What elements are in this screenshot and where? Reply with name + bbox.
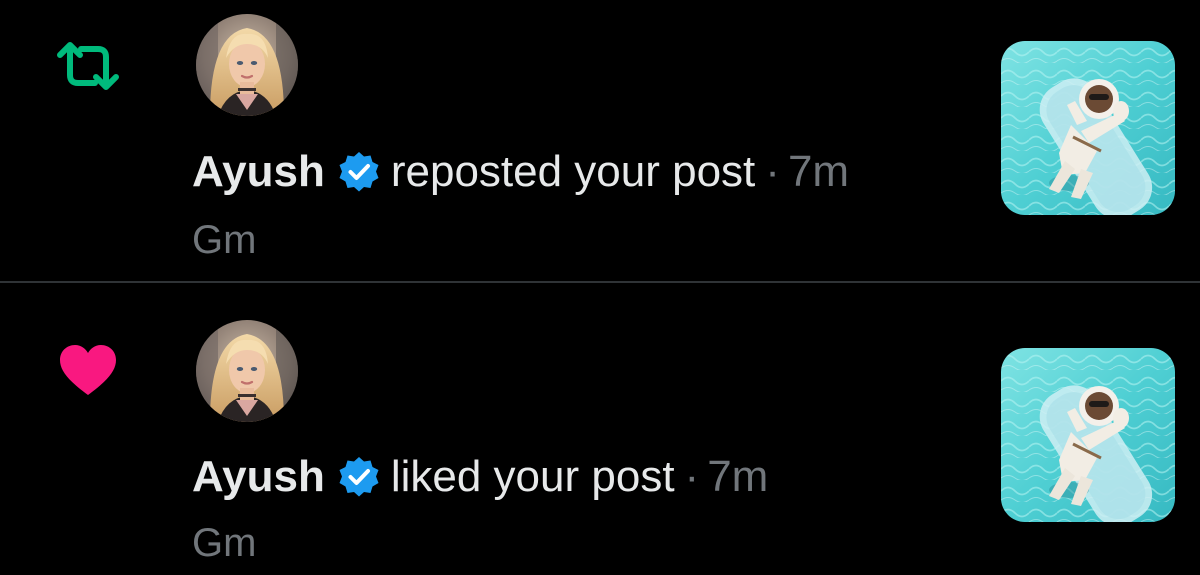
notification-action: reposted your post bbox=[390, 147, 756, 196]
post-thumbnail[interactable] bbox=[1001, 41, 1175, 215]
verified-badge-icon bbox=[337, 455, 381, 499]
notification-action: liked your post bbox=[390, 452, 675, 501]
verified-badge-icon bbox=[337, 150, 381, 194]
notification-like[interactable]: Ayush liked your post · 7m Gm bbox=[0, 283, 1200, 575]
notification-text: Ayush liked your post · 7m bbox=[192, 451, 768, 503]
notification-text: Ayush reposted your post · 7m bbox=[192, 146, 849, 198]
avatar[interactable] bbox=[196, 14, 298, 116]
timestamp: 7m bbox=[707, 452, 769, 501]
repost-icon bbox=[50, 38, 126, 94]
separator-dot: · bbox=[684, 452, 700, 501]
avatar[interactable] bbox=[196, 320, 298, 422]
user-name[interactable]: Ayush bbox=[192, 451, 325, 503]
post-preview-text: Gm bbox=[192, 218, 257, 262]
separator-dot: · bbox=[765, 147, 780, 196]
post-thumbnail[interactable] bbox=[1001, 348, 1175, 522]
post-preview-text: Gm bbox=[192, 521, 257, 565]
notification-repost[interactable]: Ayush reposted your post · 7m Gm bbox=[0, 0, 1200, 282]
timestamp: 7m bbox=[787, 147, 850, 196]
heart-icon bbox=[50, 343, 126, 399]
user-name[interactable]: Ayush bbox=[192, 146, 325, 198]
